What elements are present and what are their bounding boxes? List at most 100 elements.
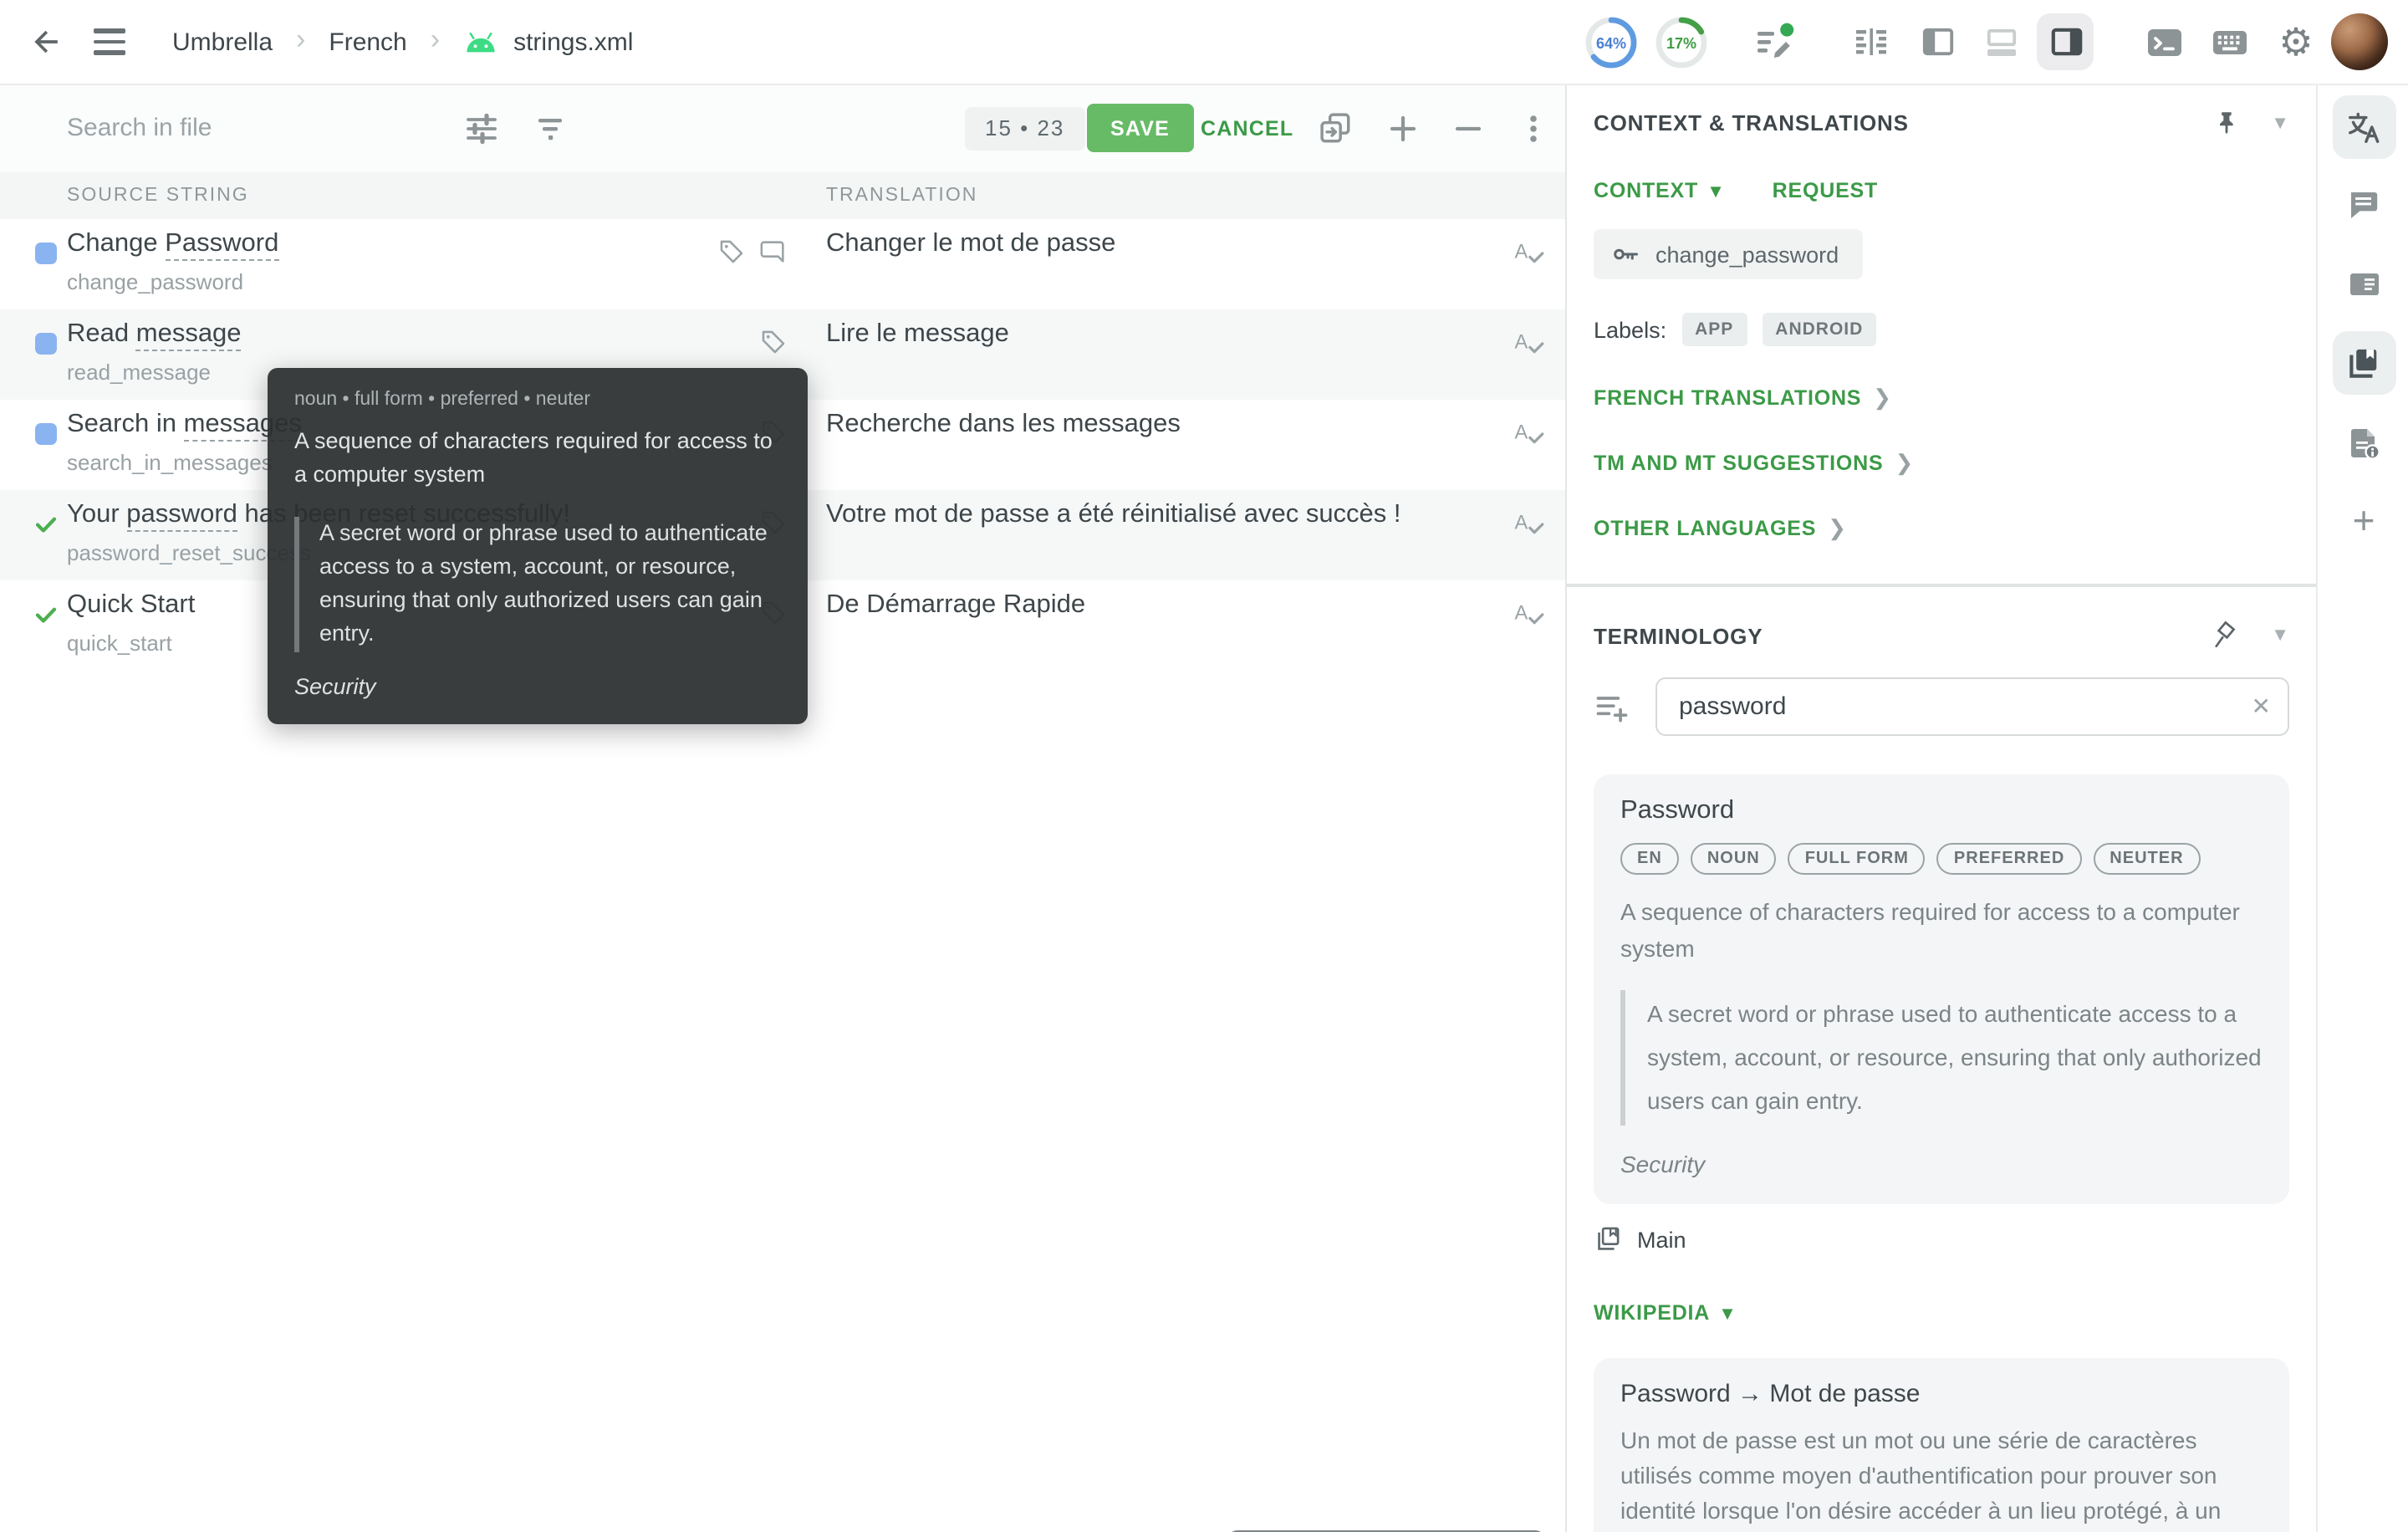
more-options-icon[interactable] xyxy=(1515,84,1552,172)
tag-icon[interactable] xyxy=(759,328,788,356)
breadcrumb-project[interactable]: Umbrella xyxy=(172,28,273,56)
glossary-name: Main xyxy=(1637,1228,1686,1253)
back-button[interactable] xyxy=(27,0,67,84)
copy-source-icon[interactable] xyxy=(1313,84,1356,172)
term-card-topic: Security xyxy=(1620,1152,2263,1178)
status-translated-icon xyxy=(33,241,59,266)
spellcheck-icon[interactable]: A xyxy=(1512,507,1547,542)
comment-icon[interactable] xyxy=(759,237,788,266)
term-attribute-badge: FULL FORM xyxy=(1788,843,1926,875)
translation-text[interactable]: Lire le message xyxy=(826,319,1478,350)
breadcrumb-file[interactable]: strings.xml xyxy=(513,28,633,56)
term-meta: noun • full form • preferred • neuter xyxy=(294,390,781,410)
proofread-notes-icon[interactable] xyxy=(1749,0,1799,84)
expand-chevron-icon: ❯ xyxy=(1828,515,1846,542)
table-header: SOURCE STRING TRANSLATION xyxy=(0,172,1565,219)
source-column-header: SOURCE STRING xyxy=(67,186,249,206)
save-button[interactable]: SAVE xyxy=(1087,104,1193,152)
term-attribute-badge: PREFERRED xyxy=(1937,843,2081,875)
term-usage-quote: A secret word or phrase used to authenti… xyxy=(294,516,781,651)
translation-text[interactable]: Recherche dans les messages xyxy=(826,410,1478,440)
editor-pane: Search in file 15 • 23 SAV xyxy=(0,84,1565,1532)
term-attribute-badge: EN xyxy=(1620,843,1679,875)
chevron-right-icon: › xyxy=(431,23,440,57)
term-attribute-badge: NEUTER xyxy=(2093,843,2200,875)
spellcheck-icon[interactable]: A xyxy=(1512,416,1547,452)
context-link[interactable]: CONTEXT▼ xyxy=(1594,179,1726,202)
translation-text[interactable]: Votre mot de passe a été réinitialisé av… xyxy=(826,500,1478,530)
translations-tab-icon[interactable] xyxy=(2332,95,2395,159)
left-panel-view-icon[interactable] xyxy=(1915,0,1962,84)
clear-search-icon[interactable]: ✕ xyxy=(2252,692,2271,721)
wikipedia-card: Password → Mot de passe Un mot de passe … xyxy=(1594,1359,2289,1532)
string-key: search_in_messages xyxy=(67,450,302,475)
pin-icon[interactable] xyxy=(2212,109,2241,137)
side-by-side-view-icon[interactable] xyxy=(1848,0,1895,84)
translation-text[interactable]: De Démarrage Rapide xyxy=(826,590,1478,620)
term-definition: A sequence of characters required for ac… xyxy=(294,425,781,493)
terminology-search-input[interactable] xyxy=(1656,677,2289,736)
labels-caption: Labels: xyxy=(1594,317,1666,342)
string-key: change_password xyxy=(67,269,278,294)
add-panel-tab-icon[interactable]: + xyxy=(2332,488,2395,552)
label-badge: ANDROID xyxy=(1762,313,1876,346)
user-avatar[interactable] xyxy=(2331,0,2388,84)
svg-text:A: A xyxy=(1515,331,1528,353)
file-info-tab-icon[interactable] xyxy=(2332,411,2395,475)
menu-icon[interactable] xyxy=(90,0,127,84)
zoom-out-icon[interactable] xyxy=(1448,84,1488,172)
terminal-icon[interactable] xyxy=(2140,0,2187,84)
bottom-panel-view-icon[interactable] xyxy=(1978,0,2025,84)
right-panel-view-icon[interactable] xyxy=(2043,0,2090,84)
term-title: Password xyxy=(1620,796,2263,826)
term-highlight[interactable]: password xyxy=(126,500,237,532)
comments-tab-icon[interactable] xyxy=(2332,172,2395,236)
term-topic: Security xyxy=(294,673,781,698)
key-icon xyxy=(1610,239,1640,269)
app-window: Umbrella › French › strings.xml 64% xyxy=(0,0,2408,1532)
editor-toolbar: Search in file 15 • 23 SAV xyxy=(0,84,1565,172)
side-ribbon: + xyxy=(2316,84,2408,1532)
wikipedia-article-text: Un mot de passe est un mot ou une série … xyxy=(1620,1424,2263,1532)
zoom-in-icon[interactable] xyxy=(1383,84,1423,172)
term-highlight[interactable]: message xyxy=(136,319,242,351)
string-key-pill[interactable]: change_password xyxy=(1594,229,1862,279)
request-link[interactable]: REQUEST xyxy=(1773,179,1878,202)
breadcrumb-language[interactable]: French xyxy=(329,28,406,56)
file-search-input[interactable]: Search in file xyxy=(67,84,212,172)
approved-progress-ring[interactable]: 17% xyxy=(1654,0,1709,84)
context-card-tab-icon[interactable] xyxy=(2332,253,2395,316)
cancel-button[interactable]: CANCEL xyxy=(1191,115,1303,141)
term-card-definition: A sequence of characters required for ac… xyxy=(1620,893,2263,968)
svg-text:A: A xyxy=(1515,512,1528,534)
collapse-caret-icon[interactable]: ▼ xyxy=(2271,113,2289,133)
translated-progress-ring[interactable]: 64% xyxy=(1584,0,1639,84)
svg-text:17%: 17% xyxy=(1666,34,1696,51)
tune-filters-icon[interactable] xyxy=(462,84,502,172)
spellcheck-icon[interactable]: A xyxy=(1512,236,1547,271)
spellcheck-icon[interactable]: A xyxy=(1512,597,1547,632)
table-row[interactable]: Change Passwordchange_passwordChanger le… xyxy=(0,219,1565,309)
wikipedia-link[interactable]: WIKIPEDIA▼ xyxy=(1594,1302,1737,1325)
unpin-icon[interactable] xyxy=(2211,620,2241,651)
translation-text[interactable]: Changer le mot de passe xyxy=(826,229,1478,259)
panel-section-tm-and-mt-suggestions[interactable]: TM AND MT SUGGESTIONS❯ xyxy=(1594,450,2289,477)
spellcheck-icon[interactable]: A xyxy=(1512,326,1547,361)
add-term-icon[interactable] xyxy=(1594,688,1630,725)
glossary-icon xyxy=(1594,1225,1624,1255)
status-translated-icon xyxy=(33,421,59,447)
terminology-title: TERMINOLOGY xyxy=(1594,623,2211,648)
panel-section-other-languages[interactable]: OTHER LANGUAGES❯ xyxy=(1594,515,2289,542)
term-card-quote: A secret word or phrase used to authenti… xyxy=(1620,990,2263,1126)
tag-icon[interactable] xyxy=(717,237,746,266)
term-highlight[interactable]: Password xyxy=(165,229,278,261)
string-position-counter: 15 • 23 xyxy=(965,84,1084,172)
app-bar: Umbrella › French › strings.xml 64% xyxy=(0,0,2408,85)
terminology-tab-icon[interactable] xyxy=(2332,331,2395,395)
terminology-caret-icon[interactable]: ▼ xyxy=(2271,626,2289,646)
filter-icon[interactable] xyxy=(530,84,570,172)
keyboard-icon[interactable] xyxy=(2206,0,2252,84)
term-card: Password ENNOUNFULL FORMPREFERREDNEUTER … xyxy=(1594,774,2289,1205)
settings-gear-icon[interactable]: ⚙ xyxy=(2273,0,2319,84)
panel-section-french-translations[interactable]: FRENCH TRANSLATIONS❯ xyxy=(1594,385,2289,411)
